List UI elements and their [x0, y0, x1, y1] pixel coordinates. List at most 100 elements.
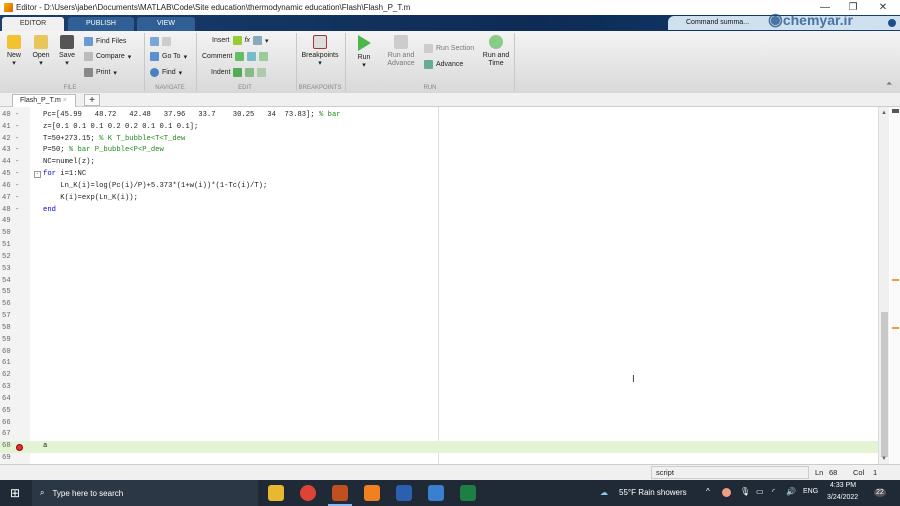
tab-view[interactable]: VIEW	[137, 17, 195, 31]
code-line[interactable]: 42 - T=50+273.15; % K T_bubble<T<T_dew	[0, 134, 878, 146]
back-arrow-icon[interactable]	[150, 37, 159, 46]
insert-button[interactable]: Insert fx ▾	[212, 36, 268, 45]
code-line[interactable]: 62	[0, 370, 878, 382]
notifications-badge[interactable]: 22	[874, 488, 886, 497]
code-line[interactable]: 68 a	[0, 441, 878, 454]
open-button[interactable]: Open ▾	[30, 35, 52, 68]
matlab-icon[interactable]	[332, 485, 348, 501]
run-advance-button[interactable]: Run and Advance	[384, 35, 418, 68]
command-summary-button[interactable]: Command summa...	[686, 19, 749, 26]
indent-button[interactable]: Indent	[211, 68, 267, 77]
run-section-button[interactable]: Run Section	[424, 44, 474, 53]
run-and-time-button[interactable]: Run and Time	[480, 35, 512, 68]
file-explorer-icon[interactable]	[268, 485, 284, 501]
app-icon[interactable]	[364, 485, 380, 501]
code-line[interactable]: 41 - z=[0.1 0.1 0.1 0.2 0.2 0.1 0.1 0.1];	[0, 122, 878, 134]
code-line[interactable]: 56	[0, 299, 878, 311]
clock-date[interactable]: 3/24/2022	[827, 494, 858, 501]
vertical-scrollbar[interactable]: ▲ ▼	[878, 107, 889, 464]
save-button[interactable]: Save ▾	[56, 35, 78, 68]
code-line[interactable]: 47 - K(i)=exp(Ln_K(i));	[0, 193, 878, 205]
chrome-icon[interactable]	[300, 485, 316, 501]
magnifier-icon	[150, 68, 159, 77]
code-line[interactable]: 67	[0, 429, 878, 441]
code-line[interactable]: 59	[0, 335, 878, 347]
scroll-up-icon[interactable]: ▲	[881, 110, 887, 116]
tab-publish[interactable]: PUBLISH	[68, 17, 134, 31]
find-files-button[interactable]: Find Files	[84, 37, 126, 46]
back-forward-buttons[interactable]	[150, 37, 171, 46]
code-editor[interactable]: 40 - Pc=[45.99 48.72 42.48 37.96 33.7 30.…	[0, 107, 878, 464]
new-button[interactable]: New ▾	[4, 35, 24, 68]
code-line[interactable]: 51	[0, 240, 878, 252]
code-line[interactable]: 44 - NC=numel(z);	[0, 157, 878, 169]
find-button[interactable]: Find ▾	[150, 68, 182, 77]
volume-icon[interactable]: 🔊	[786, 487, 796, 496]
tray-app-icon[interactable]	[722, 488, 731, 497]
code-line[interactable]: 50	[0, 228, 878, 240]
code-line[interactable]: 57	[0, 311, 878, 323]
search-box[interactable]: ⌕ Type here to search	[32, 480, 258, 506]
code-line[interactable]: 61	[0, 358, 878, 370]
word-icon[interactable]	[396, 485, 412, 501]
section-breakpoints: BREAKPOINTS	[298, 85, 342, 91]
comment-button[interactable]: Comment	[202, 52, 269, 61]
warning-marker[interactable]	[892, 327, 899, 329]
clock-time[interactable]: 4:33 PM	[830, 482, 856, 489]
breakpoint-icon[interactable]	[16, 443, 23, 451]
compare-button[interactable]: Compare ▾	[84, 52, 131, 61]
close-tab-icon[interactable]: ×	[63, 97, 67, 104]
code: P=50;	[43, 146, 69, 155]
print-button[interactable]: Print ▾	[84, 68, 117, 77]
scroll-down-icon[interactable]: ▼	[881, 456, 887, 462]
code-line[interactable]: 66	[0, 418, 878, 430]
scrollbar-thumb[interactable]	[881, 312, 888, 457]
code-line[interactable]: 43 - P=50; % bar P_bubble<P<P_dew	[0, 145, 878, 157]
advance-button[interactable]: Advance	[424, 60, 463, 69]
code-line[interactable]: 65	[0, 406, 878, 418]
code-line[interactable]: 55	[0, 287, 878, 299]
language-indicator[interactable]: ENG	[803, 488, 818, 495]
network-icon[interactable]: ▭	[756, 487, 764, 496]
line-number: 40 -	[2, 111, 20, 119]
acrobat-icon[interactable]	[428, 485, 444, 501]
code-line[interactable]: 46 - Ln_K(i)=log(Pc(i)/P)+5.373*(1+w(i))…	[0, 181, 878, 193]
code-line[interactable]: 53	[0, 264, 878, 276]
file-tab[interactable]: Flash_P_T.m ×	[12, 94, 76, 107]
code-line[interactable]: 49	[0, 216, 878, 228]
tray-chevron-icon[interactable]: ^	[706, 487, 710, 496]
code-line[interactable]: 58	[0, 323, 878, 335]
decrease-indent-icon[interactable]	[257, 68, 267, 77]
code-line[interactable]: 60	[0, 347, 878, 359]
wifi-icon[interactable]: ◜	[772, 487, 775, 496]
windows-start-icon[interactable]: ⊞	[10, 486, 20, 500]
code-line[interactable]: 63	[0, 382, 878, 394]
code-line[interactable]: 54	[0, 276, 878, 288]
increase-indent-icon[interactable]	[245, 68, 255, 77]
wrap-comment-icon[interactable]	[259, 52, 269, 61]
code-line[interactable]: 48 - end	[0, 205, 878, 217]
code-line[interactable]: 69	[0, 453, 878, 464]
close-button[interactable]: ✕	[868, 0, 898, 15]
new-tab-button[interactable]: +	[84, 94, 100, 106]
code: i=1:NC	[55, 170, 87, 179]
code-line[interactable]: 40 - Pc=[45.99 48.72 42.48 37.96 33.7 30.…	[0, 110, 878, 122]
breakpoints-button[interactable]: Breakpoints ▾	[298, 35, 342, 68]
fx-button[interactable]: fx	[245, 37, 250, 44]
code-line[interactable]: 64	[0, 394, 878, 406]
excel-icon[interactable]	[460, 485, 476, 501]
code-line[interactable]: 45 - for i=1:NC	[0, 169, 878, 181]
tab-editor[interactable]: EDITOR	[2, 17, 64, 31]
warning-marker[interactable]	[892, 279, 899, 281]
function-icon[interactable]	[252, 36, 262, 45]
collapse-ribbon-icon[interactable]: ⏶	[886, 79, 892, 89]
code-line[interactable]: 52	[0, 252, 878, 264]
forward-arrow-icon[interactable]	[162, 37, 171, 46]
expand-icon[interactable]	[888, 19, 896, 27]
run-button[interactable]: Run ▾	[352, 35, 376, 70]
microphone-icon[interactable]: 🎙	[740, 487, 750, 496]
uncomment-icon[interactable]	[247, 52, 257, 61]
goto-button[interactable]: Go To ▾	[150, 52, 187, 61]
weather-text[interactable]: 55°F Rain showers	[619, 488, 687, 497]
fold-icon[interactable]: -	[34, 171, 41, 179]
